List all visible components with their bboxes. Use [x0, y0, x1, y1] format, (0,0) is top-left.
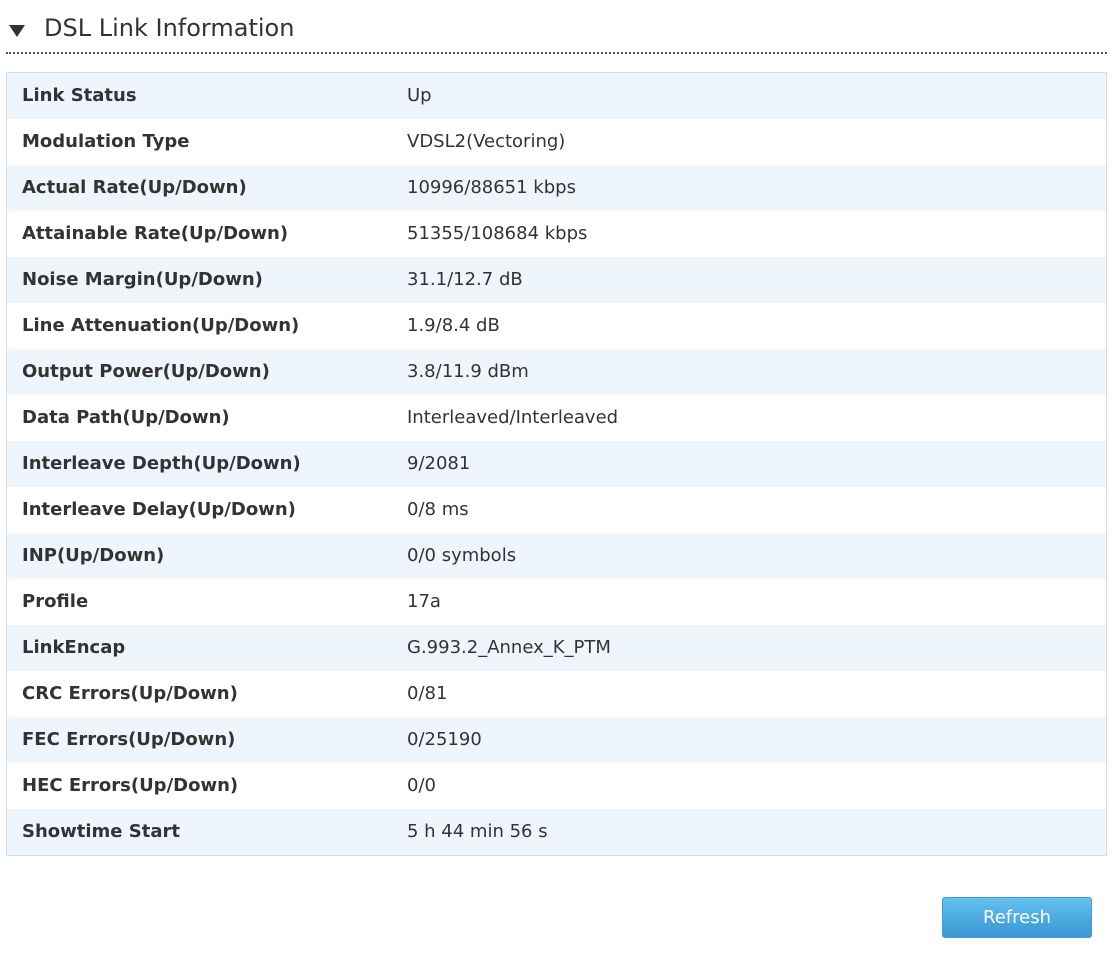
row-label: Actual Rate(Up/Down): [6, 165, 407, 211]
table-row: Profile 17a: [6, 579, 1107, 625]
row-value: 0/0: [407, 763, 1107, 809]
row-value: 9/2081: [407, 441, 1107, 487]
row-value: 0/8 ms: [407, 487, 1107, 533]
table-row: FEC Errors(Up/Down) 0/25190: [6, 717, 1107, 763]
row-value: 31.1/12.7 dB: [407, 257, 1107, 303]
row-label: Data Path(Up/Down): [6, 395, 407, 441]
row-label: Showtime Start: [6, 809, 407, 856]
row-value: G.993.2_Annex_K_PTM: [407, 625, 1107, 671]
row-label: Line Attenuation(Up/Down): [6, 303, 407, 349]
row-label: Attainable Rate(Up/Down): [6, 211, 407, 257]
table-row: Showtime Start 5 h 44 min 56 s: [6, 809, 1107, 856]
row-label: HEC Errors(Up/Down): [6, 763, 407, 809]
row-label: Modulation Type: [6, 119, 407, 165]
table-row: Line Attenuation(Up/Down) 1.9/8.4 dB: [6, 303, 1107, 349]
table-row: Output Power(Up/Down) 3.8/11.9 dBm: [6, 349, 1107, 395]
table-row: INP(Up/Down) 0/0 symbols: [6, 533, 1107, 579]
table-row: LinkEncap G.993.2_Annex_K_PTM: [6, 625, 1107, 671]
table-row: HEC Errors(Up/Down) 0/0: [6, 763, 1107, 809]
table-row: Interleave Depth(Up/Down) 9/2081: [6, 441, 1107, 487]
row-label: Profile: [6, 579, 407, 625]
row-value: 0/0 symbols: [407, 533, 1107, 579]
row-value: 51355/108684 kbps: [407, 211, 1107, 257]
dsl-info-table: Link Status Up Modulation Type VDSL2(Vec…: [6, 72, 1107, 856]
table-row: Attainable Rate(Up/Down) 51355/108684 kb…: [6, 211, 1107, 257]
row-label: Output Power(Up/Down): [6, 349, 407, 395]
row-value: Interleaved/Interleaved: [407, 395, 1107, 441]
table-row: Modulation Type VDSL2(Vectoring): [6, 119, 1107, 165]
row-value: 0/81: [407, 671, 1107, 717]
refresh-button[interactable]: Refresh: [942, 897, 1092, 938]
row-value: 17a: [407, 579, 1107, 625]
row-value: 10996/88651 kbps: [407, 165, 1107, 211]
row-value: Up: [407, 72, 1107, 119]
section-title: DSL Link Information: [44, 14, 295, 42]
row-label: Noise Margin(Up/Down): [6, 257, 407, 303]
table-row: Data Path(Up/Down) Interleaved/Interleav…: [6, 395, 1107, 441]
row-label: Interleave Depth(Up/Down): [6, 441, 407, 487]
row-value: 1.9/8.4 dB: [407, 303, 1107, 349]
row-value: 0/25190: [407, 717, 1107, 763]
row-value: 5 h 44 min 56 s: [407, 809, 1107, 856]
row-label: INP(Up/Down): [6, 533, 407, 579]
section-header: DSL Link Information: [6, 8, 1107, 54]
table-row: Noise Margin(Up/Down) 31.1/12.7 dB: [6, 257, 1107, 303]
row-label: LinkEncap: [6, 625, 407, 671]
row-value: 3.8/11.9 dBm: [407, 349, 1107, 395]
row-value: VDSL2(Vectoring): [407, 119, 1107, 165]
table-row: Link Status Up: [6, 72, 1107, 119]
row-label: Link Status: [6, 72, 407, 119]
table-row: Interleave Delay(Up/Down) 0/8 ms: [6, 487, 1107, 533]
row-label: CRC Errors(Up/Down): [6, 671, 407, 717]
table-row: CRC Errors(Up/Down) 0/81: [6, 671, 1107, 717]
table-row: Actual Rate(Up/Down) 10996/88651 kbps: [6, 165, 1107, 211]
row-label: FEC Errors(Up/Down): [6, 717, 407, 763]
row-label: Interleave Delay(Up/Down): [6, 487, 407, 533]
triangle-down-icon[interactable]: [6, 18, 28, 40]
